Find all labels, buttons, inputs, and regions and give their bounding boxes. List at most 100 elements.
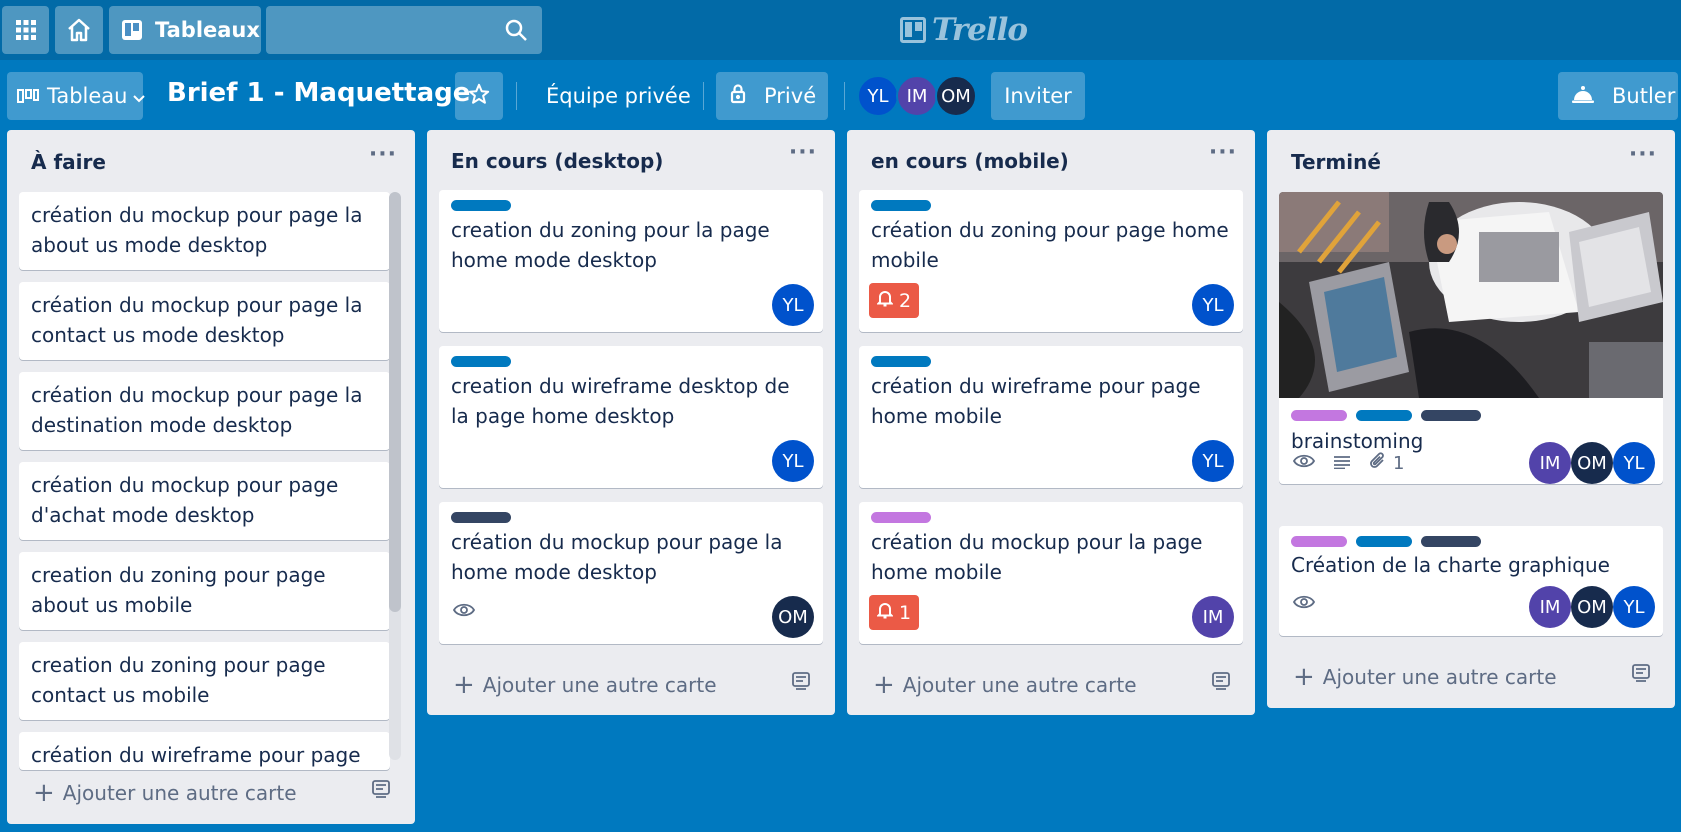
- card-title: création du mockup pour page la about us…: [31, 203, 363, 257]
- card-label[interactable]: [451, 356, 511, 367]
- visibility-button[interactable]: Privé: [716, 72, 828, 120]
- list-menu-button[interactable]: ···: [1209, 140, 1237, 165]
- card[interactable]: création du mockup pour la page home mob…: [859, 502, 1243, 644]
- card[interactable]: création du mockup pour page la contact …: [19, 282, 390, 360]
- card[interactable]: creation du zoning pour page about us mo…: [19, 552, 390, 630]
- apps-button[interactable]: [2, 6, 49, 54]
- card[interactable]: creation du zoning pour page contact us …: [19, 642, 390, 720]
- trello-logo[interactable]: Trello: [900, 12, 1028, 48]
- member-avatar[interactable]: IM: [896, 75, 938, 117]
- team-button[interactable]: Équipe privée: [530, 72, 707, 120]
- card-title: creation du zoning pour la page home mod…: [451, 218, 770, 272]
- list-a-faire: À faire ··· création du mockup pour page…: [7, 130, 415, 824]
- list-title[interactable]: en cours (mobile): [871, 149, 1069, 173]
- member-avatar[interactable]: YL: [857, 75, 899, 117]
- card-label[interactable]: [871, 356, 931, 367]
- card[interactable]: création du mockup pour page la about us…: [19, 192, 390, 270]
- add-card-button[interactable]: + Ajouter une autre carte: [33, 778, 297, 808]
- card-label[interactable]: [1421, 536, 1481, 547]
- card[interactable]: création du mockup pour page la destinat…: [19, 372, 390, 450]
- card-member-avatar[interactable]: YL: [1613, 442, 1655, 484]
- card-template-icon[interactable]: [1211, 672, 1231, 694]
- card[interactable]: Création de la charte graphique IM OM YL: [1279, 526, 1663, 636]
- card[interactable]: création du zoning pour page home mobile…: [859, 190, 1243, 332]
- eye-icon: [1292, 453, 1316, 474]
- plus-icon: +: [873, 670, 895, 700]
- list-scrollbar[interactable]: [389, 192, 401, 760]
- card-label[interactable]: [451, 200, 511, 211]
- add-card-button[interactable]: + Ajouter une autre carte: [873, 670, 1137, 700]
- card-label[interactable]: [1291, 536, 1347, 547]
- card-member-avatar[interactable]: IM: [1529, 442, 1571, 484]
- add-card-label: Ajouter une autre carte: [482, 673, 717, 697]
- header-divider: [516, 82, 517, 110]
- card[interactable]: brainstoming 1 IM OM YL: [1279, 192, 1663, 484]
- card-title: creation du wireframe desktop de la page…: [451, 374, 790, 428]
- card-title: création du mockup pour page la destinat…: [31, 383, 363, 437]
- board-view-switcher[interactable]: Tableau: [7, 72, 146, 120]
- home-button[interactable]: [55, 6, 103, 54]
- list-title[interactable]: Terminé: [1291, 150, 1381, 174]
- star-board-button[interactable]: [455, 72, 503, 120]
- card-template-icon[interactable]: [1631, 664, 1651, 686]
- card-member-avatar[interactable]: IM: [1192, 596, 1234, 638]
- boards-button[interactable]: Tableaux: [109, 6, 261, 54]
- card-title: création du mockup pour page la home mod…: [451, 530, 783, 584]
- card[interactable]: creation du zoning pour la page home mod…: [439, 190, 823, 332]
- attachment-icon: [1369, 452, 1387, 475]
- card-label[interactable]: [871, 200, 931, 211]
- card-cover-image: [1279, 192, 1663, 398]
- search-input[interactable]: [266, 6, 542, 54]
- notification-count: 2: [899, 289, 912, 312]
- board-icon: [121, 19, 143, 41]
- eye-icon: [1292, 594, 1316, 615]
- card[interactable]: creation du wireframe desktop de la page…: [439, 346, 823, 488]
- card-template-icon[interactable]: [371, 780, 391, 802]
- card-title: création du wireframe pour page: [31, 743, 361, 767]
- add-card-label: Ajouter une autre carte: [62, 781, 297, 805]
- card-member-avatar[interactable]: YL: [772, 284, 814, 326]
- list-title[interactable]: À faire: [31, 150, 106, 174]
- list-menu-button[interactable]: ···: [789, 140, 817, 165]
- card-label[interactable]: [451, 512, 511, 523]
- card-title: création du mockup pour page d'achat mod…: [31, 473, 339, 527]
- list-en-cours-mobile: en cours (mobile) ··· création du zoning…: [847, 130, 1255, 715]
- card-member-avatar[interactable]: YL: [772, 440, 814, 482]
- board-title[interactable]: Brief 1 - Maquettage: [167, 78, 470, 108]
- card-label[interactable]: [1356, 410, 1412, 421]
- eye-icon: [452, 602, 476, 623]
- board-view-icon: [17, 84, 39, 108]
- board-view-label: Tableau: [47, 84, 128, 108]
- card-member-avatar[interactable]: OM: [1571, 586, 1613, 628]
- card[interactable]: création du mockup pour page la home mod…: [439, 502, 823, 644]
- butler-label: Butler: [1612, 84, 1676, 108]
- plus-icon: +: [33, 778, 55, 808]
- card-label[interactable]: [1421, 410, 1481, 421]
- butler-button[interactable]: Butler: [1558, 72, 1678, 120]
- card[interactable]: création du wireframe pour page home mob…: [859, 346, 1243, 488]
- notification-badge[interactable]: 1: [869, 595, 920, 630]
- add-card-button[interactable]: + Ajouter une autre carte: [1293, 662, 1557, 692]
- list-menu-button[interactable]: ···: [1629, 142, 1657, 167]
- scrollbar-thumb[interactable]: [389, 192, 401, 612]
- card-label[interactable]: [1356, 536, 1412, 547]
- add-card-button[interactable]: + Ajouter une autre carte: [453, 670, 717, 700]
- card-member-avatar[interactable]: YL: [1192, 440, 1234, 482]
- card-member-avatar[interactable]: YL: [1192, 284, 1234, 326]
- member-avatar[interactable]: OM: [935, 75, 977, 117]
- invite-button[interactable]: Inviter: [991, 72, 1085, 120]
- card-member-avatar[interactable]: YL: [1613, 586, 1655, 628]
- star-icon: [468, 83, 490, 110]
- description-icon: [1333, 453, 1351, 474]
- card-label[interactable]: [871, 512, 931, 523]
- notification-badge[interactable]: 2: [869, 283, 920, 318]
- card-member-avatar[interactable]: OM: [772, 596, 814, 638]
- card-member-avatar[interactable]: OM: [1571, 442, 1613, 484]
- list-title[interactable]: En cours (desktop): [451, 149, 663, 173]
- card[interactable]: création du wireframe pour page: [19, 732, 390, 770]
- list-menu-button[interactable]: ···: [369, 142, 397, 167]
- card[interactable]: création du mockup pour page d'achat mod…: [19, 462, 390, 540]
- card-label[interactable]: [1291, 410, 1347, 421]
- card-template-icon[interactable]: [791, 672, 811, 694]
- card-member-avatar[interactable]: IM: [1529, 586, 1571, 628]
